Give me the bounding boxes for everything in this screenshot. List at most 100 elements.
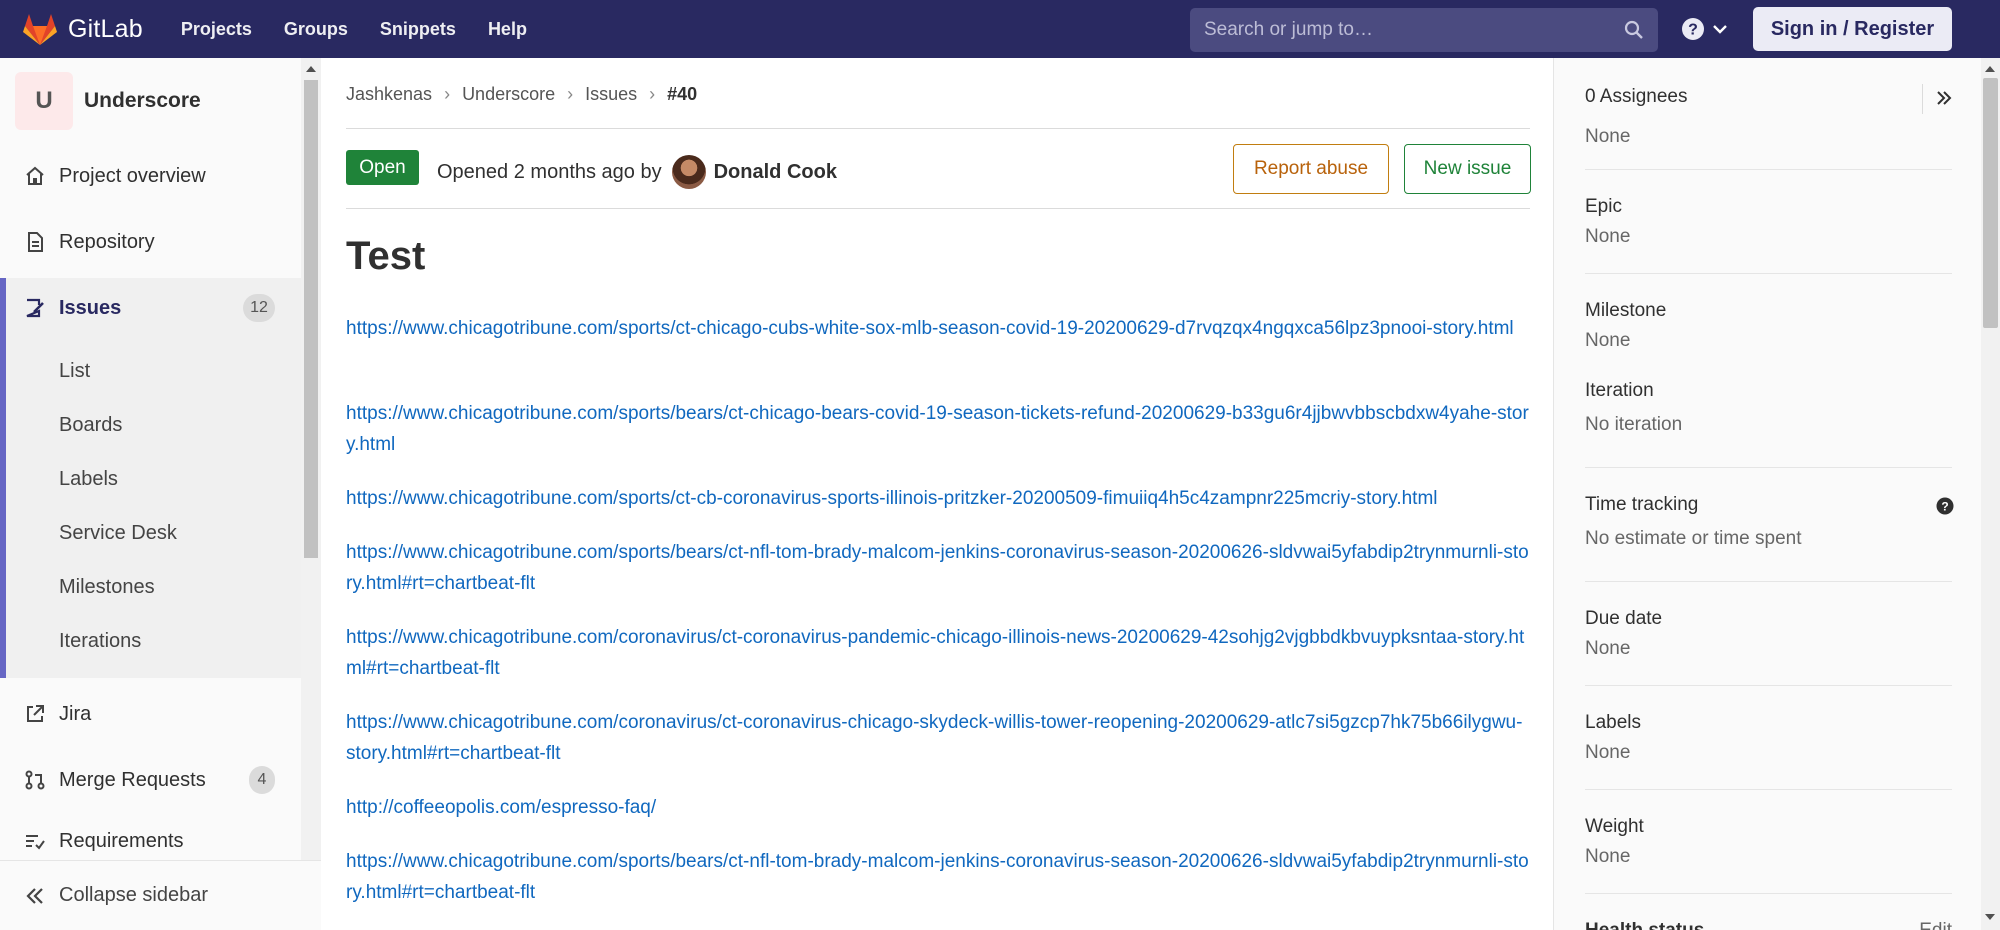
sidebar-subitem-milestones[interactable]: Milestones <box>59 576 155 599</box>
divider <box>1585 789 1952 790</box>
sidebar-item-label: Project overview <box>59 164 206 187</box>
description-link[interactable]: http://coffeeopolis.com/espresso-faq/ <box>346 792 1530 823</box>
issues-icon <box>23 296 47 320</box>
sidebar-active-indicator <box>0 278 6 678</box>
sidebar-subitem-service-desk[interactable]: Service Desk <box>59 522 177 545</box>
sidebar-item-label: Jira <box>59 702 92 725</box>
description-link[interactable]: https://www.chicagotribune.com/sports/be… <box>346 398 1530 460</box>
document-icon <box>23 230 47 254</box>
status-badge: Open <box>346 150 419 185</box>
breadcrumb-issues[interactable]: Issues <box>585 84 637 105</box>
nav-snippets[interactable]: Snippets <box>380 19 456 40</box>
merge-request-icon <box>23 768 47 792</box>
time-tracking-section: Time tracking No estimate or time spent <box>1585 494 1952 550</box>
issues-count-badge: 12 <box>243 294 275 322</box>
scroll-down-icon[interactable] <box>1984 912 1996 922</box>
sidebar-item-label: Repository <box>59 230 155 253</box>
chevron-down-icon <box>1713 25 1727 34</box>
project-header[interactable]: U Underscore <box>15 72 201 130</box>
description-link[interactable]: https://www.chicagotribune.com/sports/ct… <box>346 313 1530 344</box>
opened-text: Opened 2 months ago by <box>437 160 662 183</box>
collapse-sidebar-button[interactable]: Collapse sidebar <box>0 860 321 930</box>
breadcrumb-jashkenas[interactable]: Jashkenas <box>346 84 432 105</box>
time-tracking-value: No estimate or time spent <box>1585 528 1802 549</box>
sidebar-item-issues[interactable]: Issues 12 <box>0 286 301 330</box>
assignees-value: None <box>1585 126 1631 147</box>
svg-text:?: ? <box>1941 500 1948 514</box>
scroll-up-icon[interactable] <box>305 64 317 74</box>
sidebar-subitem-boards[interactable]: Boards <box>59 414 122 437</box>
sign-in-button[interactable]: Sign in / Register <box>1753 7 1952 51</box>
description-link[interactable]: https://www.chicagotribune.com/sports/be… <box>346 846 1530 908</box>
divider <box>1585 169 1952 170</box>
gitlab-logo-link[interactable]: GitLab <box>22 12 143 46</box>
sidebar-item-repository[interactable]: Repository <box>0 220 301 264</box>
breadcrumb-underscore[interactable]: Underscore <box>462 84 555 105</box>
gitlab-tanuki-icon <box>23 14 57 45</box>
search-input[interactable] <box>1204 19 1604 41</box>
sidebar-active-section <box>0 278 301 678</box>
chevron-right-icon: › <box>649 84 656 104</box>
weight-section: Weight None <box>1585 816 1952 868</box>
project-sidebar: U Underscore Project overview Repository… <box>0 58 321 930</box>
sidebar-item-project-overview[interactable]: Project overview <box>0 154 301 198</box>
labels-label: Labels <box>1585 712 1641 733</box>
project-name: Underscore <box>84 89 201 112</box>
divider <box>1585 581 1952 582</box>
chevron-right-icon: › <box>567 84 574 104</box>
author-name[interactable]: Donald Cook <box>714 161 837 184</box>
epic-section: Epic None <box>1585 196 1952 248</box>
assignees-section: 0 Assignees None <box>1585 86 1952 148</box>
requirements-icon <box>23 829 47 853</box>
health-status-label: Health status <box>1585 920 1704 930</box>
report-abuse-button[interactable]: Report abuse <box>1233 144 1389 194</box>
sidebar-item-jira[interactable]: Jira <box>0 692 301 736</box>
double-chevron-left-icon <box>26 887 43 904</box>
description-link[interactable]: https://www.chicagotribune.com/coronavir… <box>346 622 1530 684</box>
divider <box>1585 685 1952 686</box>
description-link[interactable]: https://www.chicagotribune.com/sports/be… <box>346 537 1530 599</box>
search-box <box>1190 8 1658 52</box>
scroll-up-icon[interactable] <box>1984 64 1996 74</box>
search-icon[interactable] <box>1624 20 1644 45</box>
breadcrumb-current[interactable]: #40 <box>667 84 697 105</box>
question-icon: ? <box>1682 18 1704 40</box>
weight-label: Weight <box>1585 816 1644 837</box>
sidebar-item-merge-requests[interactable]: Merge Requests 4 <box>0 758 301 802</box>
brand-name: GitLab <box>68 14 143 43</box>
labels-section: Labels None <box>1585 712 1952 764</box>
author-avatar[interactable] <box>671 155 706 189</box>
sidebar-item-requirements[interactable]: Requirements <box>0 822 301 860</box>
sidebar-item-label: Issues <box>59 296 122 319</box>
divider <box>346 128 1530 129</box>
issue-right-sidebar: 0 Assignees None Epic None Milestone Non… <box>1553 58 1981 930</box>
due-date-section: Due date None <box>1585 608 1952 660</box>
divider <box>1585 893 1952 894</box>
description-link[interactable]: https://www.chicagotribune.com/coronavir… <box>346 707 1530 769</box>
sidebar-scroll-thumb[interactable] <box>304 80 318 558</box>
double-chevron-right-icon[interactable] <box>1935 89 1953 107</box>
external-link-icon <box>23 702 47 726</box>
sidebar-item-label: Requirements <box>59 829 184 852</box>
epic-value: None <box>1585 226 1631 247</box>
labels-value: None <box>1585 742 1631 763</box>
issue-meta: Opened 2 months ago by Donald Cook <box>437 155 837 189</box>
due-date-value: None <box>1585 638 1631 659</box>
nav-projects[interactable]: Projects <box>181 19 252 40</box>
health-status-section: Health status Edit <box>1585 920 1952 930</box>
description-link[interactable]: https://www.chicagotribune.com/sports/ct… <box>346 483 1530 514</box>
nav-help[interactable]: Help <box>488 19 527 40</box>
sidebar-subitem-labels[interactable]: Labels <box>59 468 118 491</box>
project-avatar: U <box>15 72 73 130</box>
window-scroll-thumb[interactable] <box>1983 78 1998 328</box>
sidebar-subitem-iterations[interactable]: Iterations <box>59 630 141 653</box>
milestone-section: Milestone None <box>1585 300 1952 352</box>
help-dropdown[interactable]: ? <box>1681 17 1729 41</box>
nav-groups[interactable]: Groups <box>284 19 348 40</box>
question-circle-icon[interactable]: ? <box>1936 497 1954 515</box>
merge-requests-count-badge: 4 <box>249 766 275 794</box>
new-issue-button[interactable]: New issue <box>1404 144 1531 194</box>
sidebar-subitem-list[interactable]: List <box>59 360 90 383</box>
health-status-edit-link[interactable]: Edit <box>1919 920 1952 930</box>
iteration-section: Iteration No iteration <box>1585 380 1952 436</box>
